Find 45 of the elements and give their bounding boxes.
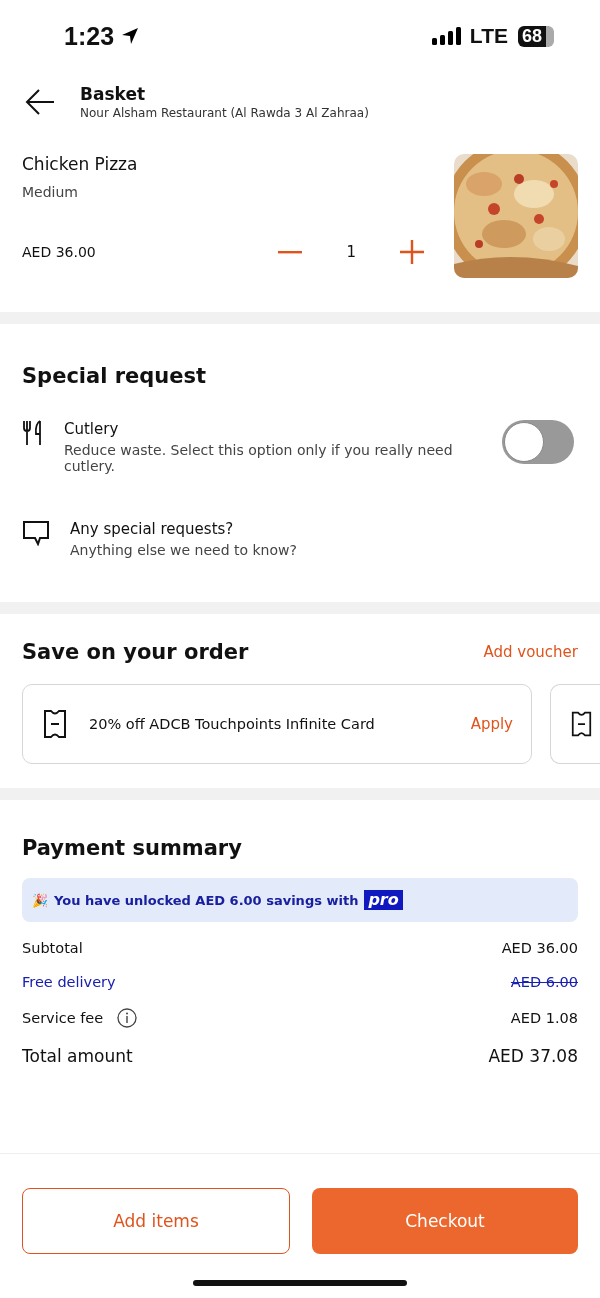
toggle-switch[interactable] (502, 420, 574, 464)
option-title: Cutlery (64, 420, 120, 438)
signal-icon (431, 27, 464, 45)
section-title: Payment summary (22, 836, 243, 860)
fork-knife-icon (22, 420, 44, 446)
battery-indicator: 68 (517, 25, 554, 47)
summary-value: AED 1.08 (510, 1010, 578, 1026)
item-size: Medium (22, 184, 79, 200)
plus-icon[interactable] (400, 240, 424, 264)
voucher-card[interactable] (550, 684, 600, 764)
option-title: Any special requests? (70, 520, 235, 538)
voucher-text: 20% off ADCB Touchpoints Infinite Card (89, 716, 376, 732)
speech-bubble-icon (22, 520, 50, 546)
status-time: 1:23 (64, 21, 115, 51)
option-description: Reduce waste. Select this option only if you really need cutlery. (64, 442, 454, 474)
item-price: AED 36.00 (22, 244, 96, 260)
section-title: Special request (22, 364, 207, 388)
summary-value: AED 36.00 (501, 940, 578, 956)
network-label: LTE (469, 24, 508, 48)
pro-badge: pro (364, 890, 403, 910)
checkout-button[interactable]: Checkout (312, 1188, 578, 1254)
apply-link[interactable]: Apply (470, 715, 513, 733)
option-description: Anything else we need to know? (70, 542, 298, 558)
summary-value: AED 37.08 (488, 1046, 578, 1066)
restaurant-name: Nour Alsham Restaurant (Al Rawda 3 Al Zahraa) (80, 106, 369, 120)
summary-label: Free delivery (22, 974, 116, 990)
summary-label: Total amount (22, 1046, 133, 1066)
location-arrow-icon (120, 26, 141, 46)
minus-icon[interactable] (278, 250, 303, 254)
info-icon[interactable] (117, 1008, 138, 1028)
ticket-icon (43, 709, 67, 739)
back-arrow-icon[interactable] (24, 87, 56, 117)
section-title: Save on your order (22, 640, 249, 664)
voucher-card[interactable]: 20% off ADCB Touchpoints Infinite Card Apply (22, 684, 532, 764)
quantity-value: 1 (346, 243, 356, 261)
item-name: Chicken Pizza (22, 154, 139, 174)
summary-value: AED 6.00 (510, 974, 578, 990)
summary-label: Service fee (22, 1010, 104, 1026)
summary-label: Subtotal (22, 940, 83, 956)
page-title: Basket (80, 84, 147, 104)
add-voucher-link[interactable]: Add voucher (483, 643, 578, 661)
add-items-button[interactable]: Add items (22, 1188, 290, 1254)
party-icon: 🎉 (32, 892, 48, 908)
banner-text: You have unlocked AED 6.00 savings with (54, 892, 359, 908)
ticket-icon (571, 709, 592, 739)
